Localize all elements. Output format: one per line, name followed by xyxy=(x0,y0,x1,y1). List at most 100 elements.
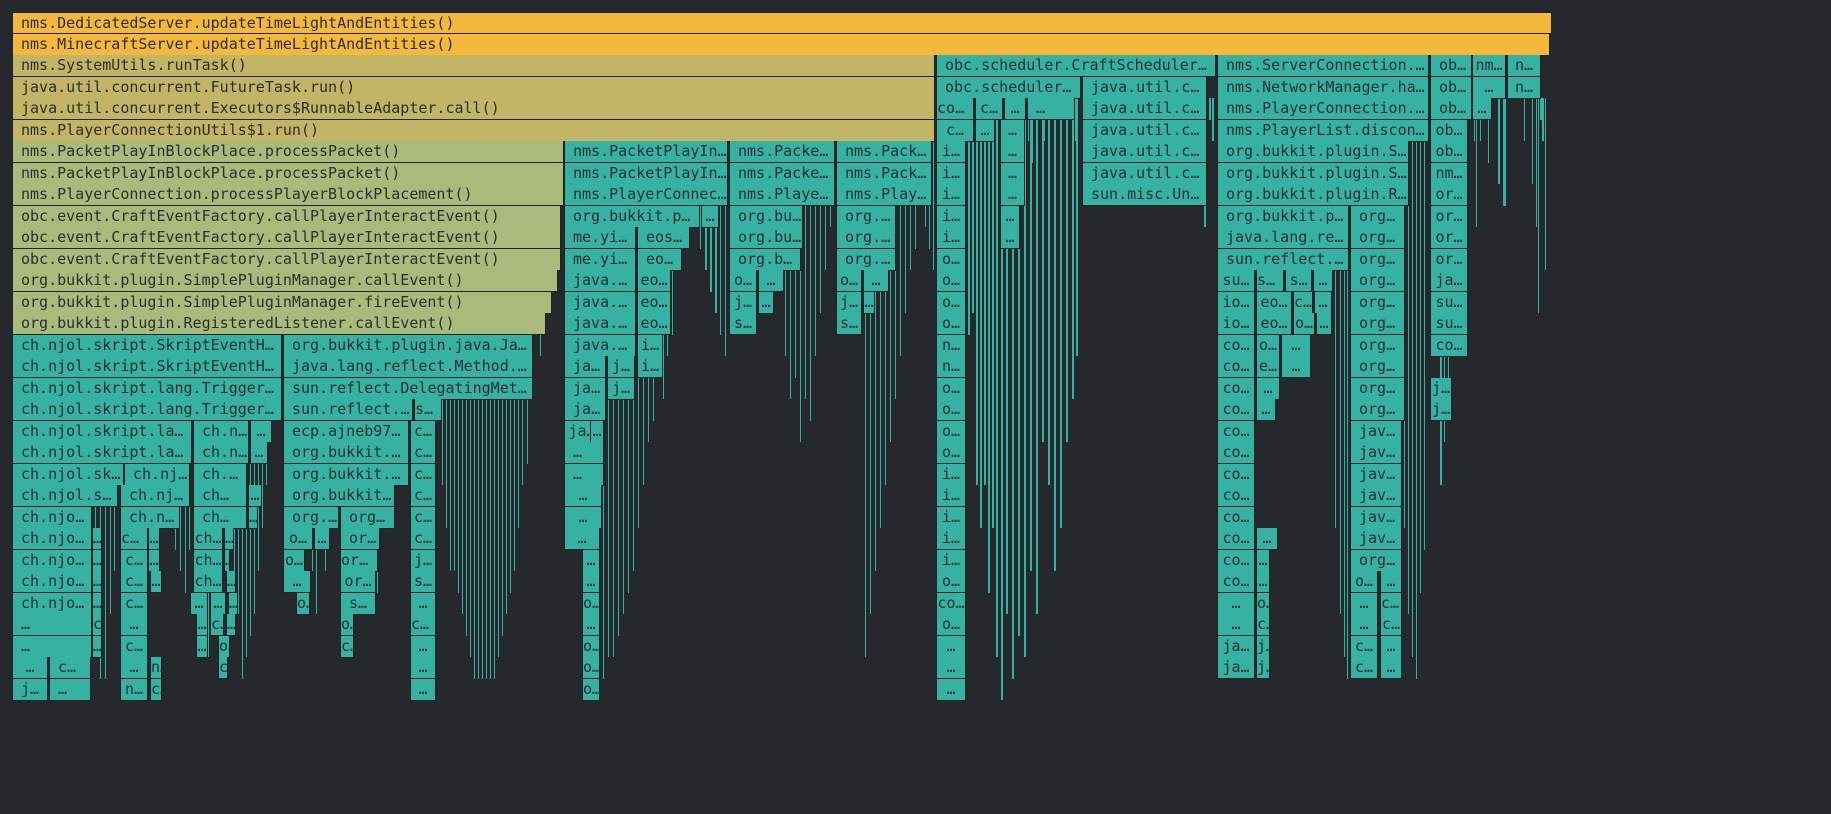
frame-org-b[interactable]: org.b… xyxy=(283,506,339,529)
frame-java-util-conc[interactable]: java.util.conc… xyxy=(1082,141,1207,163)
frame-o[interactable]: o… xyxy=(582,592,600,615)
frame-org[interactable]: org.… xyxy=(1350,291,1405,314)
frame-truncated[interactable]: … xyxy=(1256,399,1276,421)
frame-truncated[interactable]: … xyxy=(1472,98,1492,120)
frame-truncated[interactable]: … xyxy=(564,485,602,507)
frame-truncated[interactable]: … xyxy=(92,571,102,593)
frame-su[interactable]: su… xyxy=(1256,270,1284,292)
frame-truncated[interactable]: … xyxy=(1380,635,1402,658)
frame-nms-packe[interactable]: nms.Packe… xyxy=(836,141,932,163)
frame-truncated[interactable]: … xyxy=(120,657,148,679)
frame-c[interactable]: c… xyxy=(1380,614,1402,636)
frame-n[interactable]: n… xyxy=(150,657,162,679)
frame-truncated[interactable]: … xyxy=(701,205,719,228)
frame-ch-njo[interactable]: ch.njo… xyxy=(124,463,190,486)
frame-i[interactable]: i… xyxy=(936,549,966,572)
frame-truncated[interactable]: … xyxy=(590,420,604,443)
frame-truncated[interactable]: … xyxy=(1380,657,1402,679)
frame-truncated[interactable]: … xyxy=(120,614,148,636)
frame-truncated[interactable]: … xyxy=(314,528,330,550)
frame-org[interactable]: org… xyxy=(340,549,378,572)
frame-ch[interactable]: ch… xyxy=(193,506,247,529)
frame-java-util-conc[interactable]: java.util.conc… xyxy=(1082,98,1207,120)
frame-co[interactable]: co… xyxy=(1217,549,1255,572)
frame-org-bukkit-plugin-registeredlistener-callevent[interactable]: org.bukkit.plugin.RegisteredListener.cal… xyxy=(12,313,546,335)
frame-org[interactable]: org.… xyxy=(1350,227,1405,249)
frame-truncated[interactable]: … xyxy=(1256,571,1270,593)
frame-truncated[interactable]: … xyxy=(1217,592,1255,615)
frame-nms-minecraftserver-updatetimelightandentities[interactable]: nms.MinecraftServer.updateTimeLightAndEn… xyxy=(12,33,1550,56)
frame-org-bukkit-c[interactable]: org.bukkit.c… xyxy=(283,442,409,464)
frame-truncated[interactable]: … xyxy=(150,571,162,593)
frame-org-bukkit-plugin-java-javaplu[interactable]: org.bukkit.plugin.java.JavaPlu… xyxy=(283,334,533,357)
frame-truncated[interactable]: … xyxy=(1000,184,1025,206)
frame-org-bukkit-c[interactable]: org.bukkit.c… xyxy=(283,463,409,486)
frame-i[interactable]: i… xyxy=(936,506,966,529)
frame-org[interactable]: org.… xyxy=(1350,549,1402,572)
frame-o[interactable]: o… xyxy=(936,248,966,271)
frame-truncated[interactable]: … xyxy=(863,291,875,314)
frame-co[interactable]: co… xyxy=(1217,463,1255,486)
frame-ja[interactable]: ja… xyxy=(1217,635,1255,658)
frame-i[interactable]: i… xyxy=(936,184,966,206)
frame-o[interactable]: o… xyxy=(936,291,966,314)
frame-o[interactable]: o… xyxy=(936,614,966,636)
frame-ch-njol-skript-lang-c[interactable]: ch.njol.skript.lang.C… xyxy=(12,442,192,464)
frame-truncated[interactable]: … xyxy=(49,678,91,701)
frame-ja[interactable]: ja… xyxy=(1217,657,1255,679)
frame-c[interactable]: c… xyxy=(936,119,974,142)
frame-co[interactable]: co… xyxy=(1217,420,1255,443)
frame-c[interactable]: c… xyxy=(120,549,148,572)
frame-truncated[interactable]: … xyxy=(1256,528,1278,550)
frame-io[interactable]: io… xyxy=(1217,291,1255,314)
frame-org-b[interactable]: org.b… xyxy=(836,248,896,271)
frame-truncated[interactable]: … xyxy=(190,592,208,615)
frame-org-b[interactable]: org.b… xyxy=(836,205,896,228)
frame-me-yic[interactable]: me.yic.… xyxy=(564,227,636,249)
frame-truncated[interactable]: … xyxy=(1281,334,1311,357)
frame-c[interactable]: c… xyxy=(410,442,436,464)
frame-sun-reflect-del[interactable]: sun.reflect.Del… xyxy=(1217,248,1349,271)
frame-i[interactable]: i… xyxy=(637,356,663,378)
frame-or[interactable]: or… xyxy=(1430,248,1468,271)
frame-s[interactable]: s… xyxy=(340,592,376,615)
frame-ja[interactable]: ja… xyxy=(1256,635,1270,658)
frame-truncated[interactable]: … xyxy=(1314,291,1332,314)
frame-ch-njol-skript-skripteventhandle[interactable]: ch.njol.skript.SkriptEventHandle… xyxy=(12,356,282,378)
frame-ch-njol-skr[interactable]: ch.njol.skr… xyxy=(12,485,118,507)
frame-sun-reflect-delegatingmethodac[interactable]: sun.reflect.DelegatingMethodAc… xyxy=(283,377,533,400)
frame-java-io[interactable]: java.io… xyxy=(564,313,636,335)
frame-truncated[interactable]: … xyxy=(250,442,268,464)
frame-co[interactable]: co… xyxy=(1217,377,1255,400)
frame-truncated[interactable]: … xyxy=(1004,98,1026,120)
frame-su[interactable]: su… xyxy=(1430,313,1468,335)
frame-java-io[interactable]: java.io… xyxy=(564,291,636,314)
frame-truncated[interactable]: … xyxy=(248,485,262,507)
frame-org[interactable]: org.… xyxy=(1350,399,1405,421)
frame-com[interactable]: com… xyxy=(936,98,974,120)
frame-e[interactable]: e… xyxy=(1256,356,1280,378)
frame-obc-scheduler-craftscheduler-maint[interactable]: obc.scheduler.CraftScheduler.mainT… xyxy=(936,55,1216,77)
frame-n[interactable]: n… xyxy=(936,356,966,378)
frame-truncated[interactable]: … xyxy=(582,549,600,572)
frame-nms-packetplayinblockplace-processpacket[interactable]: nms.PacketPlayInBlockPlace.processPacket… xyxy=(12,162,564,185)
frame-org[interactable]: org.… xyxy=(1350,270,1405,292)
frame-su[interactable]: su… xyxy=(1217,270,1255,292)
frame-co[interactable]: co… xyxy=(1217,356,1255,378)
frame-truncated[interactable]: … xyxy=(564,528,600,550)
frame-sun-misc-unsaf[interactable]: sun.misc.Unsaf… xyxy=(1082,184,1207,206)
frame-co[interactable]: co… xyxy=(1430,334,1468,357)
frame-java[interactable]: java… xyxy=(1350,506,1402,529)
frame-org-bukkit-c[interactable]: org.bukkit.c… xyxy=(283,485,395,507)
frame-truncated[interactable]: … xyxy=(12,657,48,679)
frame-truncated[interactable]: … xyxy=(92,592,102,615)
frame-c[interactable]: c… xyxy=(92,614,102,636)
frame-ch-njol[interactable]: ch.njol.… xyxy=(12,506,92,529)
frame-nms-dedicatedserver-updatetimelightandentities[interactable]: nms.DedicatedServer.updateTimeLightAndEn… xyxy=(12,12,1552,34)
frame-eo[interactable]: eo… xyxy=(637,313,671,335)
frame-ch-njol-skript-lang-trigger-exec[interactable]: ch.njol.skript.lang.Trigger.exec… xyxy=(12,377,282,400)
frame-eo[interactable]: eo… xyxy=(1256,291,1292,314)
frame-truncated[interactable]: … xyxy=(564,442,604,464)
frame-co[interactable]: co… xyxy=(1217,571,1255,593)
frame-nms-packetplayincus[interactable]: nms.PacketPlayInCus… xyxy=(564,162,728,185)
